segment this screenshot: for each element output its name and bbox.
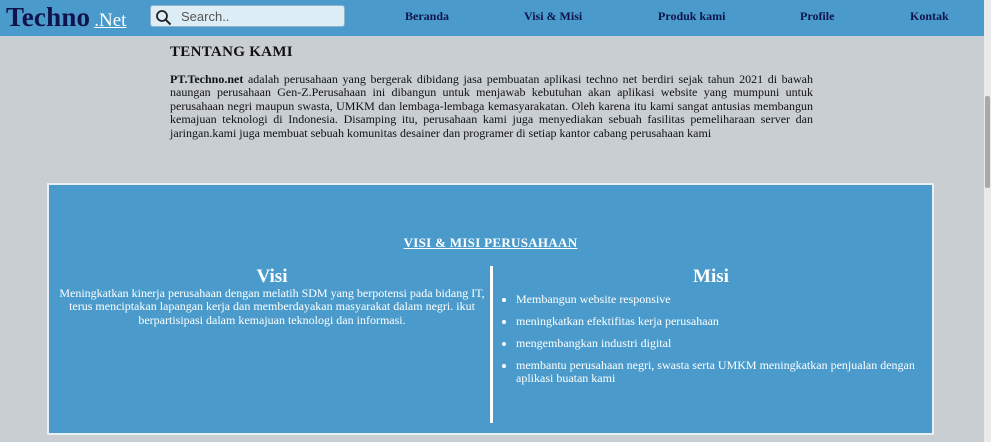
misi-column: Misi Membangun website responsive mening…	[496, 267, 926, 394]
logo-main-text: Techno	[6, 2, 91, 32]
nav-kontak[interactable]: Kontak	[910, 9, 949, 24]
visi-text: Meningkatkan kinerja perusahaan dengan m…	[59, 286, 485, 327]
misi-item: meningkatkan efektifitas kerja perusahaa…	[516, 314, 926, 328]
scrollbar-thumb[interactable]	[985, 96, 990, 188]
misi-heading: Misi	[693, 266, 729, 287]
visi-column: Visi Meningkatkan kinerja perusahaan den…	[57, 267, 487, 327]
about-description: adalah perusahaan yang bergerak dibidang…	[170, 72, 813, 140]
company-name: PT.Techno.net	[170, 72, 244, 86]
nav-beranda[interactable]: Beranda	[405, 9, 449, 24]
site-logo[interactable]: Techno .Net	[6, 2, 126, 33]
navbar: Techno.Net Beranda Visi & Misi Produk ka…	[0, 0, 984, 36]
about-section: TENTANG KAMI PT.Techno.net adalah perusa…	[170, 44, 813, 140]
visi-heading: Visi	[256, 266, 288, 287]
about-title: TENTANG KAMI	[170, 44, 293, 60]
column-divider	[490, 266, 493, 423]
visi-misi-title[interactable]: VISI & MISI PERUSAHAAN	[49, 235, 932, 251]
nav-profile[interactable]: Profile	[800, 9, 834, 24]
nav-produk-kami[interactable]: Produk kami	[658, 9, 725, 24]
logo-sub-link[interactable]: .Net	[94, 10, 126, 31]
misi-list: Membangun website responsive meningkatka…	[496, 292, 926, 386]
page-scrollbar[interactable]	[984, 0, 991, 442]
nav-visi-misi[interactable]: Visi & Misi	[524, 9, 582, 24]
search-input[interactable]	[181, 7, 341, 25]
visi-misi-panel: VISI & MISI PERUSAHAAN Visi Meningkatkan…	[47, 183, 934, 435]
misi-item: mengembangkan industri digital	[516, 336, 926, 350]
search-icon[interactable]	[155, 9, 172, 26]
search-box	[150, 5, 345, 27]
misi-item: membantu perusahaan negri, swasta serta …	[516, 358, 926, 386]
misi-item: Membangun website responsive	[516, 292, 926, 306]
about-text: PT.Techno.net adalah perusahaan yang ber…	[170, 72, 813, 140]
